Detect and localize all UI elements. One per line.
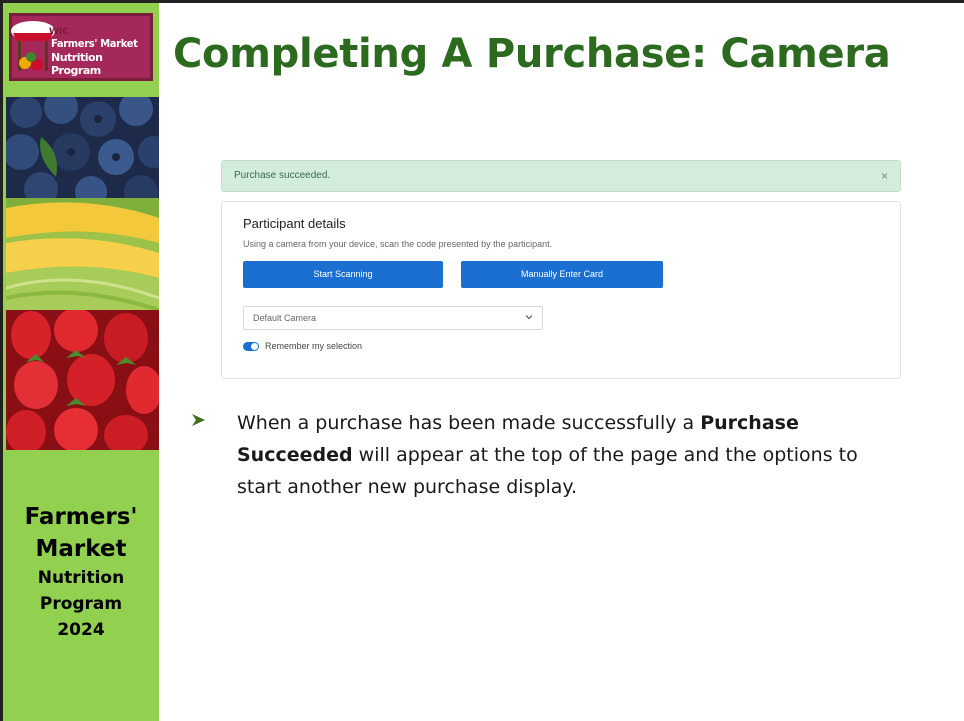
app-screenshot: Purchase succeeded. × Participant detail… <box>221 160 901 380</box>
strawberries-image <box>6 310 159 450</box>
card-title: Participant details <box>243 216 346 231</box>
alert-text: Purchase succeeded. <box>234 170 331 181</box>
sidebar: WIC Farmers' Market Nutrition Program Fa… <box>3 3 159 721</box>
chevron-down-icon <box>525 315 533 320</box>
manual-entry-button[interactable]: Manually Enter Card <box>461 261 663 288</box>
corn-image <box>6 198 159 310</box>
arrow-bullet-icon <box>192 414 205 426</box>
sidebar-line-4: Program <box>39 594 123 614</box>
camera-select[interactable]: Default Camera <box>243 306 543 330</box>
camera-select-value: Default Camera <box>253 313 317 323</box>
logo-line-2: Nutrition Program <box>51 51 103 77</box>
slide: WIC Farmers' Market Nutrition Program Fa… <box>0 0 964 721</box>
participant-details-card: Participant details Using a camera from … <box>221 201 901 379</box>
blueberries-image <box>6 97 159 198</box>
sidebar-line-1: Farmers' <box>24 504 138 530</box>
start-scanning-button[interactable]: Start Scanning <box>243 261 443 288</box>
sidebar-line-3: Nutrition <box>37 568 125 588</box>
slide-title: Completing A Purchase: Camera <box>173 31 891 77</box>
card-description: Using a camera from your device, scan th… <box>243 239 553 249</box>
remember-label: Remember my selection <box>265 341 363 351</box>
toggle-knob <box>251 343 258 350</box>
close-icon[interactable]: × <box>881 169 888 183</box>
program-logo: WIC Farmers' Market Nutrition Program <box>9 13 153 81</box>
logo-wic-text: WIC <box>49 27 69 37</box>
bullet-text: When a purchase has been made successful… <box>237 407 877 503</box>
sidebar-line-2: Market <box>35 536 127 562</box>
sidebar-program-title: Farmers' Market Nutrition Program 2024 <box>3 501 159 643</box>
sidebar-line-5: 2024 <box>57 620 105 640</box>
remember-toggle[interactable] <box>243 342 259 351</box>
success-alert: Purchase succeeded. × <box>221 160 901 192</box>
logo-line-1: Farmers' Market <box>51 37 138 50</box>
bullet-part-1: When a purchase has been made successful… <box>237 412 701 434</box>
